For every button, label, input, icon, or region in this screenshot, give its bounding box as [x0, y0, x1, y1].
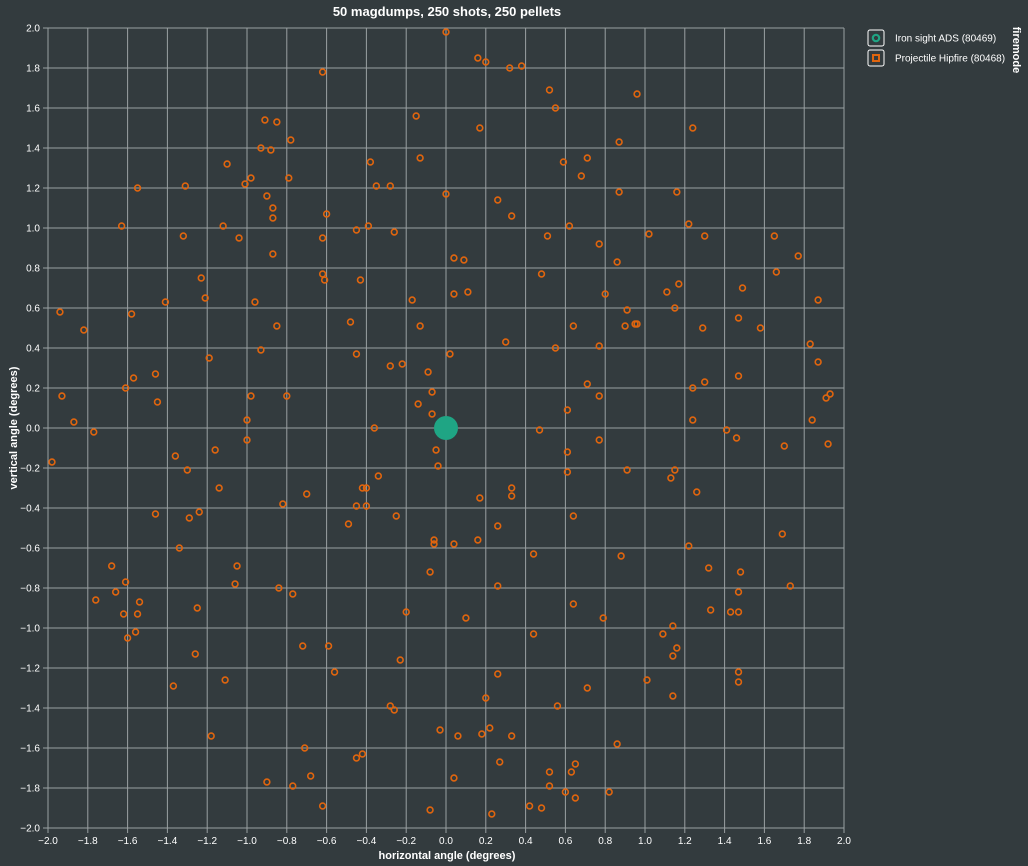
scatter-chart: −2.0 −1.8 −1.6 −1.4 −1.2 −1.0 −0.8 −0.6 −0.4 −0.2…	[0, 0, 1028, 866]
y-tick-label: 1.4	[26, 144, 40, 155]
x-axis-title: horizontal angle (degrees)	[379, 850, 516, 862]
x-tick-label: −0.6	[317, 836, 337, 847]
x-tick-label: 0.4	[519, 836, 533, 847]
chart-title: 50 magdumps, 250 shots, 250 pellets	[333, 4, 561, 19]
x-tick-label: −0.8	[277, 836, 297, 847]
y-tick-label: 1.8	[26, 64, 40, 75]
y-tick-label: 0.8	[26, 264, 40, 275]
legend-label-ads: Iron sight ADS (80469)	[895, 34, 996, 45]
y-tick-label: −2.0	[20, 824, 40, 835]
x-tick-label: 1.8	[797, 836, 811, 847]
x-tick-label: −1.2	[197, 836, 217, 847]
x-tick-label: 1.6	[757, 836, 771, 847]
x-tick-label: −0.2	[396, 836, 416, 847]
y-tick-label: −1.8	[20, 784, 40, 795]
y-tick-label: −1.4	[20, 704, 40, 715]
x-tick-label: −1.4	[158, 836, 178, 847]
x-tick-label: 0.2	[479, 836, 493, 847]
legend-label-hipfire: Projectile Hipfire (80468)	[895, 54, 1005, 65]
x-tick-label: 2.0	[837, 836, 851, 847]
x-tick-label: 1.2	[678, 836, 692, 847]
legend-title: firemode	[1010, 27, 1022, 73]
x-tick-label: 1.0	[638, 836, 652, 847]
x-tick-label: −1.6	[118, 836, 138, 847]
x-tick-label: 1.4	[718, 836, 732, 847]
y-tick-label: 1.0	[26, 224, 40, 235]
x-tick-label: −0.4	[357, 836, 377, 847]
y-tick-label: 0.2	[26, 384, 40, 395]
y-tick-label: 0.4	[26, 344, 40, 355]
y-tick-label: −1.2	[20, 664, 40, 675]
y-tick-label: −0.8	[20, 584, 40, 595]
y-tick-label: −0.6	[20, 544, 40, 555]
y-tick-label: −1.6	[20, 744, 40, 755]
y-tick-label: 0.0	[26, 424, 40, 435]
y-tick-label: 0.6	[26, 304, 40, 315]
y-tick-label: −1.0	[20, 624, 40, 635]
x-tick-label: −1.0	[237, 836, 257, 847]
x-tick-label: 0.0	[439, 836, 453, 847]
y-tick-label: −0.2	[20, 464, 40, 475]
y-axis-title: vertical angle (degrees)	[8, 366, 20, 489]
ads-series	[434, 416, 458, 440]
y-tick-label: 1.6	[26, 104, 40, 115]
x-tick-label: 0.8	[598, 836, 612, 847]
y-tick-label: 2.0	[26, 24, 40, 35]
x-tick-label: −2.0	[38, 836, 58, 847]
y-tick-label: 1.2	[26, 184, 40, 195]
x-tick-label: 0.6	[558, 836, 572, 847]
x-tick-label: −1.8	[78, 836, 98, 847]
ads-point	[434, 416, 458, 440]
y-tick-label: −0.4	[20, 504, 40, 515]
